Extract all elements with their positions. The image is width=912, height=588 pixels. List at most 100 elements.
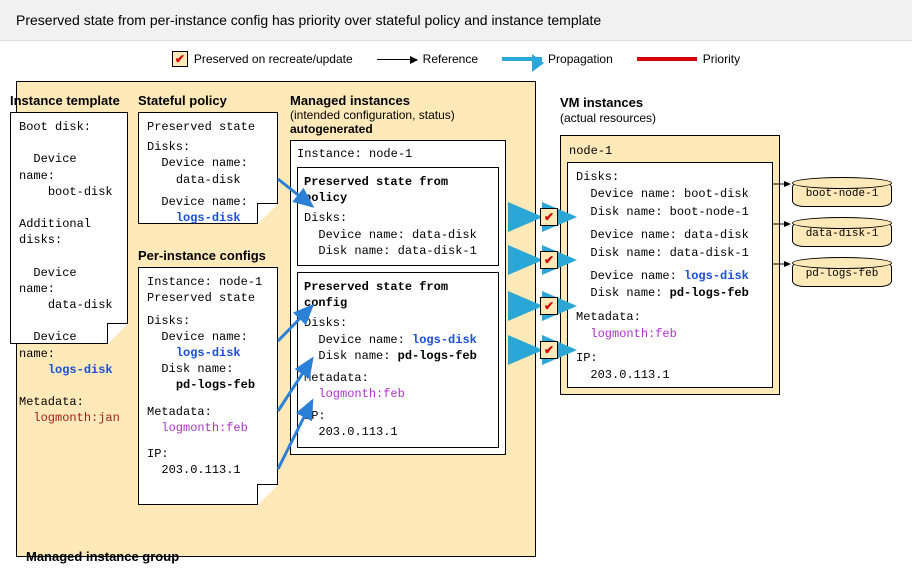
legend-priority-label: Priority [703, 52, 740, 66]
from-config-diskname-pre: Disk name: [318, 349, 397, 363]
from-policy-disks: Disks: [304, 210, 492, 226]
from-config-logmonth: logmonth:feb [318, 387, 404, 401]
template-title: Instance template [10, 93, 128, 108]
vm-disk-logs: pd-logs-feb [670, 286, 749, 300]
vm-dev-logs: logs-disk [684, 269, 749, 283]
perinst-paper: Instance: node-1 Preserved state Disks: … [138, 267, 278, 505]
stateful-title: Stateful policy [138, 93, 278, 108]
managed-from-config: Preserved state from config Disks: Devic… [297, 272, 499, 448]
perinst-instance: Instance: node-1 [147, 274, 269, 290]
managed-instance-wrap: Instance: node-1 Preserved state from po… [290, 140, 506, 455]
propagation-arrow-icon [502, 57, 542, 61]
vm-section: VM instances (actual resources) node-1 D… [560, 81, 900, 557]
managed-instance-name: Instance: node-1 [297, 147, 499, 161]
from-config-disks: Disks: [304, 315, 492, 331]
perinst-title: Per-instance configs [138, 249, 278, 263]
template-data-dev: data-disk [48, 298, 113, 312]
from-config-pdlogs: pd-logs-feb [398, 349, 477, 363]
perinst-ip: 203.0.113.1 [161, 463, 240, 477]
managed-title: Managed instances [290, 93, 506, 108]
legend-priority: Priority [637, 52, 740, 66]
legend: ✔ Preserved on recreate/update Reference… [0, 41, 912, 71]
vm-logmonth: logmonth:feb [590, 327, 676, 341]
perinst-logmonth: logmonth:feb [161, 421, 247, 435]
template-dev-lbl-3: Device name: [19, 330, 77, 360]
template-dev-lbl-1: Device name: [19, 152, 77, 182]
diagram-stage: Managed instance group Instance template… [0, 71, 912, 571]
vm-dev-logs-pre: Device name: [590, 269, 684, 283]
disk-cyl-boot: boot-node-1 [792, 181, 892, 207]
template-dev-lbl-2: Device name: [19, 266, 77, 296]
per-instance-col: Per-instance configs Instance: node-1 Pr… [138, 241, 278, 505]
perinst-disks: Disks: [147, 313, 269, 329]
template-boot-dev: boot-disk [48, 185, 113, 199]
reference-arrow-icon [377, 59, 417, 60]
disk-cyl-data: data-disk-1 [792, 221, 892, 247]
perinst-pdlogs: pd-logs-feb [176, 378, 255, 392]
vm-disks: Disks: [576, 169, 764, 186]
disk-cyl-logs-label: pd-logs-feb [806, 268, 879, 280]
perinst-dev-lbl: Device name: [161, 330, 247, 344]
stateful-dev-lbl-1: Device name: [161, 156, 247, 170]
from-config-metadata: Metadata: [304, 370, 492, 386]
vm-section-title: VM instances [560, 95, 643, 110]
from-config-ip: 203.0.113.1 [318, 425, 397, 439]
vm-disk-logs-pre: Disk name: [590, 286, 669, 300]
stateful-preserved: Preserved state [147, 119, 269, 135]
vm-ip: 203.0.113.1 [590, 368, 669, 382]
check-icon-data: ✔ [540, 208, 558, 226]
template-additional: Additional disks: [19, 216, 119, 248]
priority-bar-icon [637, 57, 697, 61]
from-config-title: Preserved state from config [304, 279, 492, 311]
check-icon-ip: ✔ [540, 341, 558, 359]
stateful-logs-dev: logs-disk [176, 211, 241, 225]
vm-inner: Disks: Device name: boot-disk Disk name:… [567, 162, 773, 388]
legend-reference: Reference [377, 52, 478, 66]
check-icon-logs: ✔ [540, 251, 558, 269]
legend-propagation-label: Propagation [548, 52, 613, 66]
vm-disk-data: Disk name: data-disk-1 [590, 246, 748, 260]
banner: Preserved state from per-instance config… [0, 0, 912, 41]
perinst-metadata: Metadata: [147, 404, 269, 420]
from-config-logs-dev: logs-disk [412, 333, 477, 347]
perinst-preserved: Preserved state [147, 290, 269, 306]
disk-cyl-data-label: data-disk-1 [806, 228, 879, 240]
vm-dev-boot: Device name: boot-disk [590, 187, 748, 201]
vm-section-subtitle: (actual resources) [560, 111, 656, 125]
perinst-ip-lbl: IP: [147, 446, 269, 462]
stateful-paper: Preserved state Disks: Device name: data… [138, 112, 278, 224]
vm-dev-data: Device name: data-disk [590, 228, 748, 242]
perinst-logs-dev: logs-disk [176, 346, 241, 360]
legend-preserved: ✔ Preserved on recreate/update [172, 51, 353, 67]
from-config-ip-lbl: IP: [304, 408, 492, 424]
vm-box: node-1 Disks: Device name: boot-disk Dis… [560, 135, 780, 395]
banner-text: Preserved state from per-instance config… [16, 12, 601, 28]
managed-from-policy: Preserved state from policy Disks: Devic… [297, 167, 499, 266]
stateful-disks: Disks: [147, 139, 269, 155]
stateful-dev-lbl-2: Device name: [161, 195, 247, 209]
vm-name: node-1 [569, 144, 773, 158]
template-logmonth: logmonth:jan [33, 411, 119, 425]
legend-reference-label: Reference [423, 52, 478, 66]
template-boot-disk: Boot disk: [19, 119, 119, 135]
check-icon-meta: ✔ [540, 297, 558, 315]
from-config-devname-pre: Device name: [318, 333, 412, 347]
vm-disk-boot: Disk name: boot-node-1 [590, 205, 748, 219]
template-metadata: Metadata: [19, 394, 119, 410]
vm-metadata: Metadata: [576, 309, 764, 326]
template-logs-dev: logs-disk [48, 363, 113, 377]
legend-propagation: Propagation [502, 52, 613, 66]
managed-subtitle: (intended configuration, status) [290, 108, 506, 122]
template-paper: Boot disk: Device name: boot-disk Additi… [10, 112, 128, 344]
mig-title: Managed instance group [26, 549, 179, 564]
instance-template-col: Instance template Boot disk: Device name… [10, 85, 128, 344]
disk-cyl-boot-label: boot-node-1 [806, 188, 879, 200]
perinst-diskname-lbl: Disk name: [161, 362, 233, 376]
from-policy-devname: Device name: data-disk [318, 228, 476, 242]
check-icon: ✔ [172, 51, 188, 67]
from-policy-title: Preserved state from policy [304, 174, 492, 206]
disk-cyl-logs: pd-logs-feb [792, 261, 892, 287]
stateful-policy-col: Stateful policy Preserved state Disks: D… [138, 85, 278, 224]
managed-autogen: autogenerated [290, 122, 506, 136]
legend-preserved-label: Preserved on recreate/update [194, 52, 353, 66]
